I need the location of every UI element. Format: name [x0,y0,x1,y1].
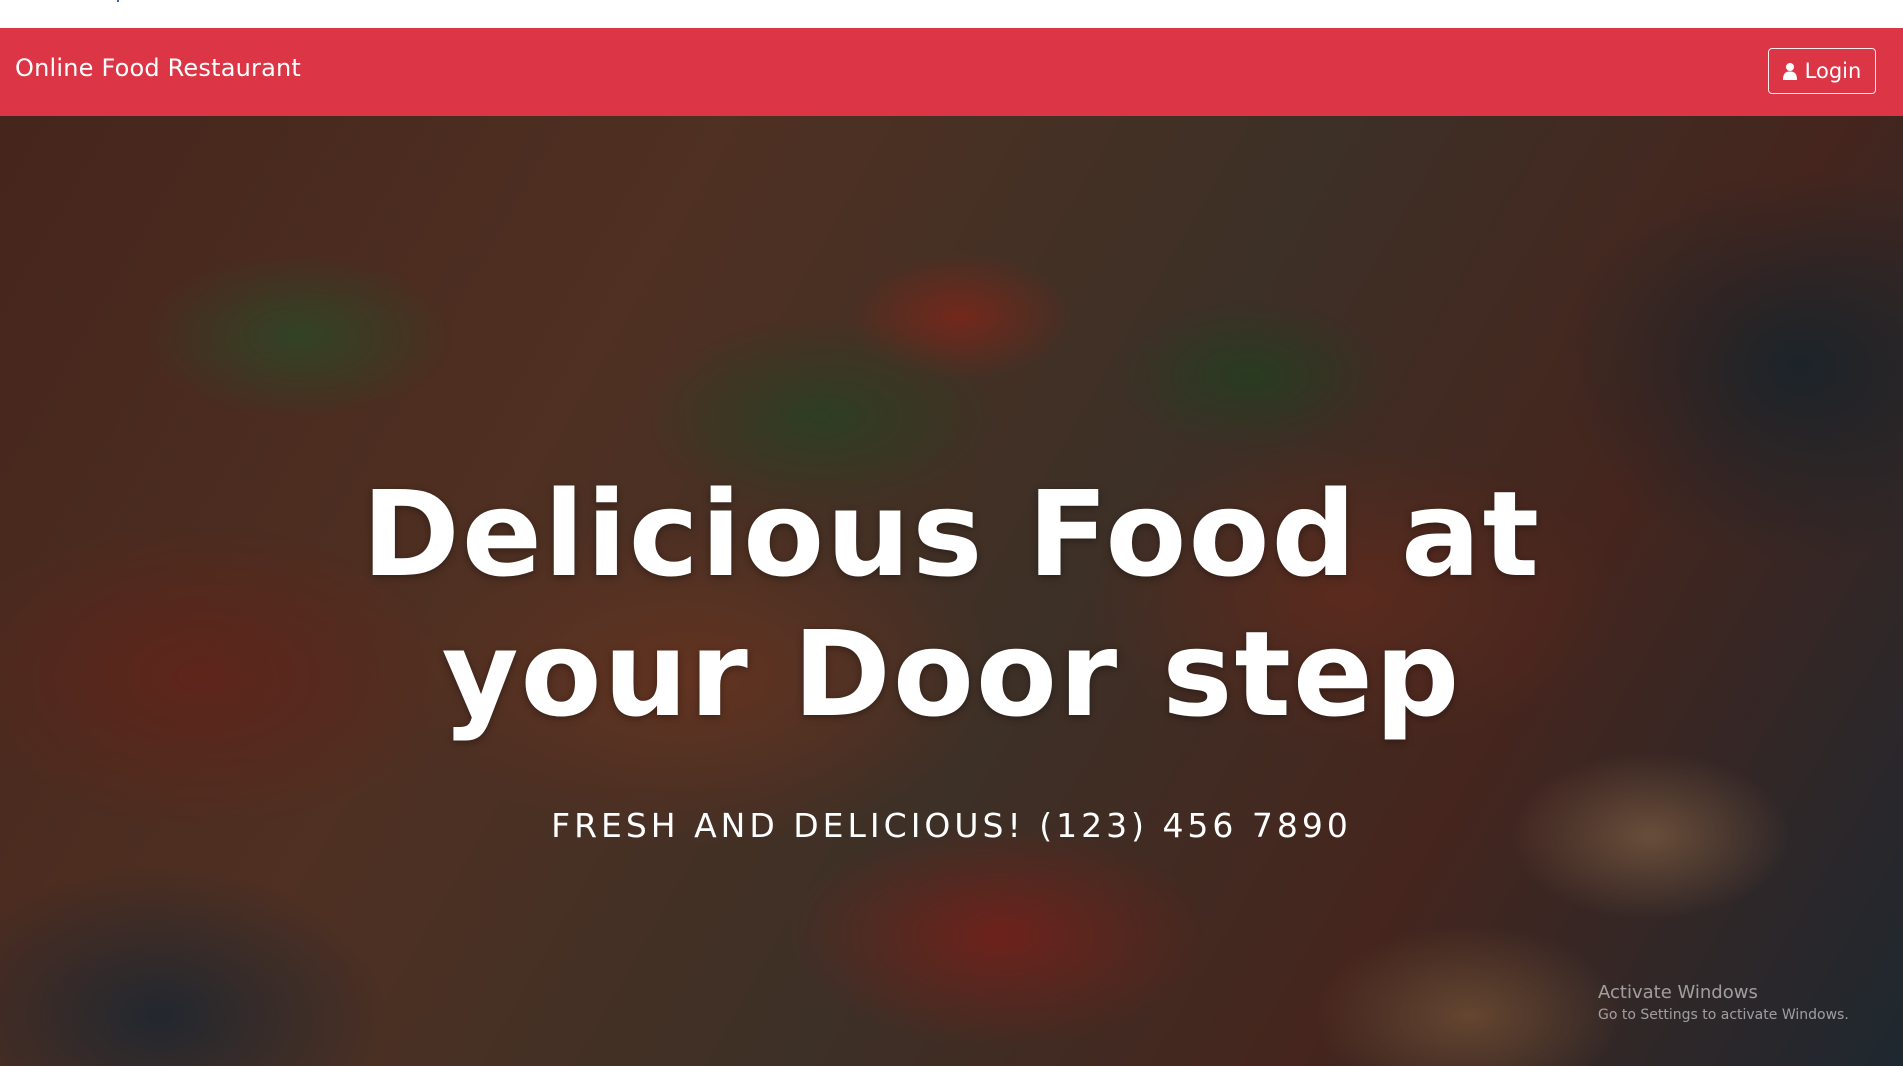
hero-subtitle: FRESH AND DELICIOUS! (123) 456 7890 [551,806,1352,845]
hero-section: Delicious Food at your Door step FRESH A… [0,116,1903,1066]
brand-link[interactable]: Online Food Restaurant [15,54,301,82]
user-icon [1782,62,1797,80]
navbar: Online Food Restaurant Login [0,28,1903,116]
login-label: Login [1804,59,1862,83]
activate-windows-subtitle: Go to Settings to activate Windows. [1598,1007,1849,1023]
page: Online Food Restaurant Login Delicious F… [0,0,1903,1066]
activate-windows-title: Activate Windows [1598,982,1758,1003]
top-dot [117,0,119,2]
hero-title: Delicious Food at your Door step [0,464,1903,744]
login-button[interactable]: Login [1768,48,1876,94]
top-strip [0,0,1903,28]
activate-windows-watermark: Activate Windows Go to Settings to activ… [1598,982,1849,1023]
hero-title-line-2: your Door step [441,605,1462,743]
hero-title-line-1: Delicious Food at [361,465,1542,603]
